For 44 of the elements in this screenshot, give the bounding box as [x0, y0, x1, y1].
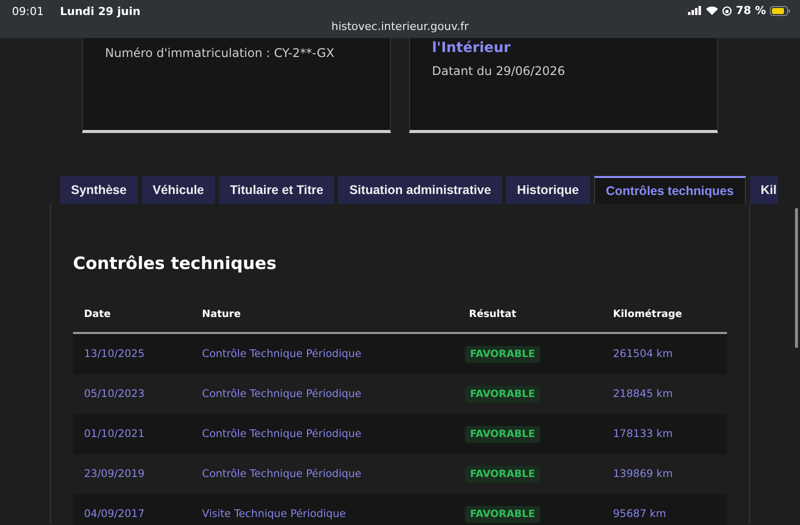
lock-rotation-icon	[722, 6, 732, 16]
nature-cell-text: Contrôle Technique Périodique	[202, 468, 362, 480]
date-cell-text: 23/09/2019	[84, 468, 146, 480]
result-badge: FAVORABLE	[465, 426, 540, 442]
nature-cell-text: Contrôle Technique Périodique	[202, 388, 362, 400]
card-text: Numéro d'immatriculation : CY-2**-GX	[105, 46, 336, 60]
column-header: Résultat	[469, 308, 518, 320]
card-heading: l'Intérieur	[432, 40, 512, 56]
tab[interactable]: Véhicule	[142, 176, 216, 204]
column-header: Date	[84, 308, 112, 320]
column-header: Nature	[202, 308, 242, 320]
section-title: Contrôles techniques	[73, 254, 278, 274]
date-cell-text: 04/09/2017	[84, 508, 146, 520]
date: Lundi 29 juin	[60, 5, 140, 18]
mileage-cell-text: 261504 km	[613, 348, 674, 360]
address-bar[interactable]: histovec.interieur.gouv.fr	[331, 20, 469, 33]
battery-icon	[770, 6, 790, 16]
scrollbar[interactable]	[795, 208, 798, 348]
tab[interactable]: Contrôles techniques	[594, 176, 746, 204]
result-badge: FAVORABLE	[465, 386, 540, 402]
tab[interactable]: Kil	[750, 176, 778, 204]
result-badge: FAVORABLE	[465, 346, 540, 362]
nature-cell-text: Contrôle Technique Périodique	[202, 348, 362, 360]
tab[interactable]: Titulaire et Titre	[219, 176, 334, 204]
date-cell-text: 01/10/2021	[84, 428, 146, 440]
tab[interactable]: Situation administrative	[338, 176, 502, 204]
mileage-cell-text: 218845 km	[613, 388, 674, 400]
clock: 09:01	[12, 5, 44, 18]
card-text: Datant du 29/06/2026	[432, 64, 566, 78]
result-badge: FAVORABLE	[465, 506, 540, 522]
mileage-cell-text: 139869 km	[613, 468, 674, 480]
tab[interactable]: Historique	[506, 176, 590, 204]
nature-cell-text: Contrôle Technique Périodique	[202, 428, 362, 440]
battery-percent: 78 %	[736, 4, 766, 17]
signal-icon	[688, 6, 702, 15]
date-cell-text: 05/10/2023	[84, 388, 146, 400]
nature-cell-text: Visite Technique Périodique	[202, 508, 347, 520]
wifi-icon	[706, 6, 718, 15]
tab[interactable]: Synthèse	[60, 176, 138, 204]
mileage-cell-text: 178133 km	[613, 428, 674, 440]
result-badge: FAVORABLE	[465, 466, 540, 482]
mileage-cell-text: 95687 km	[613, 508, 668, 520]
column-header: Kilométrage	[613, 308, 684, 320]
date-cell-text: 13/10/2025	[84, 348, 146, 360]
